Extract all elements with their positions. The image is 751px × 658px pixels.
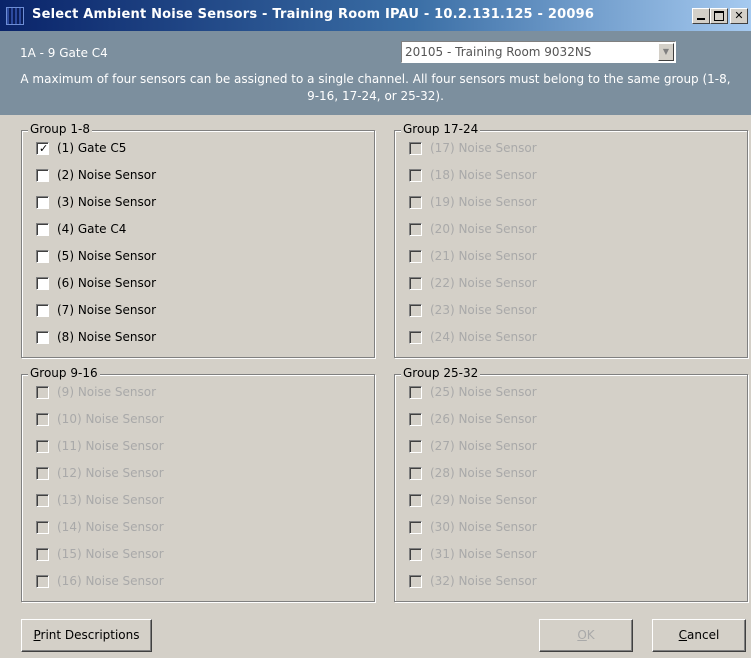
sensor-label: (14) Noise Sensor: [57, 520, 164, 534]
sensor-label: (4) Gate C4: [57, 222, 127, 236]
ok-button[interactable]: OK: [539, 619, 633, 652]
sensor-checkbox: [409, 440, 422, 453]
maximize-icon[interactable]: [710, 8, 728, 24]
sensor-label: (10) Noise Sensor: [57, 412, 164, 426]
sensor-label: (1) Gate C5: [57, 141, 127, 155]
sensor-checkbox[interactable]: [36, 331, 49, 344]
sensor-checkbox: [409, 250, 422, 263]
print-label: rint Descriptions: [40, 628, 140, 642]
sensor-label: (7) Noise Sensor: [57, 303, 157, 317]
sensor-label: (3) Noise Sensor: [57, 195, 157, 209]
sensor-checkbox: [36, 386, 49, 399]
sensor-checkbox: [36, 467, 49, 480]
sensor-label: (19) Noise Sensor: [430, 195, 537, 209]
zone-select[interactable]: 20105 - Training Room 9032NS ▼: [401, 41, 676, 63]
chevron-down-icon[interactable]: ▼: [658, 43, 674, 61]
sensor-label: (30) Noise Sensor: [430, 520, 537, 534]
sensor-checkbox: [36, 575, 49, 588]
ok-mnemonic: O: [577, 628, 587, 642]
sensor-label: (5) Noise Sensor: [57, 249, 157, 263]
sensor-label: (32) Noise Sensor: [430, 574, 537, 588]
sensor-label: (16) Noise Sensor: [57, 574, 164, 588]
group-box-17-24: Group 17-24 (17) Noise Sensor (18) Noise S…: [394, 122, 748, 358]
cancel-label: ancel: [687, 628, 720, 642]
sensor-checkbox: [409, 521, 422, 534]
sensor-checkbox: [409, 494, 422, 507]
sensor-checkbox: [409, 223, 422, 236]
group-legend: Group 1-8: [28, 122, 92, 136]
dialog-window: Select Ambient Noise Sensors - Training …: [0, 0, 751, 658]
sensor-checkbox[interactable]: [36, 169, 49, 182]
sensor-checkbox[interactable]: [36, 223, 49, 236]
sensor-checkbox: [36, 548, 49, 561]
sensor-label: (23) Noise Sensor: [430, 303, 537, 317]
sensor-label: (31) Noise Sensor: [430, 547, 537, 561]
group-box-1-8: Group 1-8 ✓ (1) Gate C5 (2) Noise Sensor (3)…: [21, 122, 375, 358]
channel-label: 1A - 9 Gate C4: [20, 46, 108, 60]
sensor-checkbox: [409, 169, 422, 182]
sensor-checkbox: [409, 277, 422, 290]
sensor-label: (22) Noise Sensor: [430, 276, 537, 290]
sensor-checkbox[interactable]: [36, 250, 49, 263]
sensor-checkbox: [409, 331, 422, 344]
cancel-mnemonic: C: [678, 628, 688, 642]
cancel-button[interactable]: Cancel: [652, 619, 746, 652]
sensor-checkbox: [36, 521, 49, 534]
close-icon[interactable]: ✕: [730, 8, 748, 24]
sensor-checkbox: [36, 413, 49, 426]
sensor-checkbox: [36, 440, 49, 453]
sensor-checkbox[interactable]: [36, 304, 49, 317]
print-descriptions-button[interactable]: Print Descriptions: [21, 619, 152, 652]
sensor-label: (18) Noise Sensor: [430, 168, 537, 182]
instruction-note: A maximum of four sensors can be assigne…: [20, 72, 731, 103]
sensor-label: (2) Noise Sensor: [57, 168, 157, 182]
sensor-checkbox: [409, 386, 422, 399]
sensor-label: (25) Noise Sensor: [430, 385, 537, 399]
sensor-label: (13) Noise Sensor: [57, 493, 164, 507]
group-box-9-16: Group 9-16 (9) Noise Sensor (10) Noise Sen…: [21, 366, 375, 602]
window-title: Select Ambient Noise Sensors - Training …: [32, 7, 595, 22]
sensor-label: (17) Noise Sensor: [430, 141, 537, 155]
sensor-checkbox[interactable]: [36, 277, 49, 290]
sensor-label: (11) Noise Sensor: [57, 439, 164, 453]
sensor-label: (28) Noise Sensor: [430, 466, 537, 480]
sensor-checkbox[interactable]: [36, 196, 49, 209]
sensor-checkbox: [409, 575, 422, 588]
sensor-checkbox: [409, 467, 422, 480]
sensor-label: (24) Noise Sensor: [430, 330, 537, 344]
print-mnemonic: P: [33, 628, 41, 642]
header-panel: 1A - 9 Gate C4 20105 - Training Room 903…: [0, 31, 751, 115]
checkmark-icon: ✓: [39, 142, 49, 155]
group-box-25-32: Group 25-32 (25) Noise Sensor (26) Noise S…: [394, 366, 748, 602]
sensor-checkbox[interactable]: ✓: [36, 142, 49, 155]
ok-label: K: [586, 628, 595, 642]
sensor-checkbox: [409, 304, 422, 317]
sensor-label: (9) Noise Sensor: [57, 385, 157, 399]
sensor-checkbox: [36, 494, 49, 507]
zone-select-value: 20105 - Training Room 9032NS: [405, 45, 592, 59]
group-legend: Group 25-32: [401, 366, 481, 380]
group-legend: Group 17-24: [401, 122, 481, 136]
sensor-label: (20) Noise Sensor: [430, 222, 537, 236]
sensor-label: (21) Noise Sensor: [430, 249, 537, 263]
sensor-label: (8) Noise Sensor: [57, 330, 157, 344]
sensor-label: (6) Noise Sensor: [57, 276, 157, 290]
sensor-checkbox: [409, 142, 422, 155]
sensor-label: (15) Noise Sensor: [57, 547, 164, 561]
sensor-label: (27) Noise Sensor: [430, 439, 537, 453]
app-icon: [6, 7, 24, 25]
minimize-icon[interactable]: [692, 8, 710, 24]
sensor-checkbox: [409, 413, 422, 426]
sensor-label: (29) Noise Sensor: [430, 493, 537, 507]
sensor-label: (12) Noise Sensor: [57, 466, 164, 480]
sensor-label: (26) Noise Sensor: [430, 412, 537, 426]
sensor-checkbox: [409, 548, 422, 561]
sensor-checkbox: [409, 196, 422, 209]
group-legend: Group 9-16: [28, 366, 100, 380]
title-bar[interactable]: Select Ambient Noise Sensors - Training …: [0, 0, 751, 31]
